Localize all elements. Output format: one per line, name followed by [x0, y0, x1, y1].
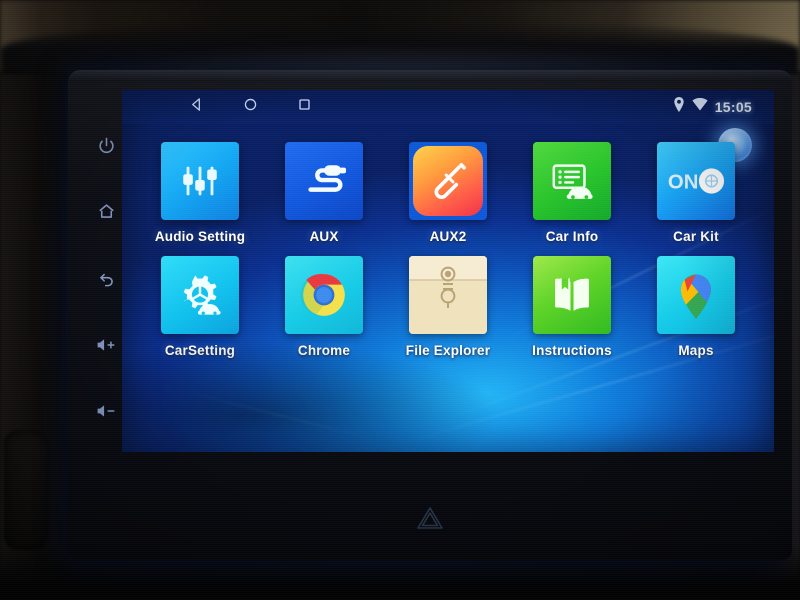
- app-label: Chrome: [297, 343, 351, 358]
- navigation-bar: [136, 97, 314, 117]
- app-label: AUX2: [429, 229, 467, 244]
- chrome-icon: [285, 256, 363, 334]
- car-info-list-icon: [533, 142, 611, 220]
- hazard-triangle-icon: [415, 505, 445, 536]
- folder-envelope-icon: [409, 256, 487, 334]
- app-label: Maps: [678, 343, 714, 358]
- app-car-kit[interactable]: ON Car Kit: [634, 142, 758, 244]
- app-label: Car Kit: [673, 229, 719, 244]
- dash-left-vent: [4, 430, 48, 550]
- volume-up-button[interactable]: [89, 328, 123, 362]
- wifi-icon: [692, 97, 708, 116]
- nav-back-button[interactable]: [186, 97, 206, 117]
- hazard-button[interactable]: [413, 505, 447, 535]
- status-bar: 15:05: [122, 90, 774, 124]
- volume-down-icon: [96, 402, 117, 420]
- home-button[interactable]: [89, 195, 123, 229]
- power-icon: [97, 136, 116, 155]
- open-book-icon: [533, 256, 611, 334]
- back-arrow-icon: [97, 269, 116, 288]
- app-label: Instructions: [532, 343, 612, 358]
- recents-square-icon: [297, 97, 312, 117]
- app-file-explorer[interactable]: File Explorer: [386, 256, 510, 358]
- aux2-tile: [409, 142, 487, 220]
- home-icon: [97, 202, 116, 221]
- volume-up-icon: [96, 336, 117, 354]
- app-label: CarSetting: [164, 343, 236, 358]
- toggle-on-icon: ON: [657, 142, 735, 220]
- audio-sliders-icon: [161, 142, 239, 220]
- app-label: AUX: [309, 229, 339, 244]
- app-car-info[interactable]: Car Info: [510, 142, 634, 244]
- app-grid: Audio Setting AUX AUX2 Car Info ON Car K…: [138, 142, 758, 358]
- nav-recents-button[interactable]: [294, 97, 314, 117]
- app-chrome[interactable]: Chrome: [262, 256, 386, 358]
- system-status-icons: 15:05: [673, 97, 760, 117]
- power-button[interactable]: [89, 128, 123, 162]
- head-unit-bezel: 15:05 Audio Setting AUX AUX2 Car Info ON…: [68, 70, 792, 560]
- app-label: Car Info: [545, 229, 599, 244]
- aux-cable-icon: [285, 142, 363, 220]
- volume-down-button[interactable]: [89, 394, 123, 428]
- app-label: Audio Setting: [154, 229, 246, 244]
- back-button[interactable]: [89, 261, 123, 295]
- svg-text:ON: ON: [668, 172, 698, 194]
- app-car-setting[interactable]: CarSetting: [138, 256, 262, 358]
- app-instructions[interactable]: Instructions: [510, 256, 634, 358]
- home-circle-icon: [243, 97, 258, 117]
- bezel-top-edge: [68, 70, 792, 82]
- app-aux[interactable]: AUX: [262, 142, 386, 244]
- status-clock: 15:05: [714, 99, 752, 115]
- app-aux2[interactable]: AUX2: [386, 142, 510, 244]
- aux2-plug-icon: [413, 146, 483, 216]
- dashboard-sheen: [80, 46, 740, 72]
- map-pin-icon: [657, 256, 735, 334]
- app-maps[interactable]: Maps: [634, 256, 758, 358]
- back-triangle-icon: [189, 97, 204, 117]
- touchscreen-display[interactable]: 15:05 Audio Setting AUX AUX2 Car Info ON…: [122, 90, 774, 452]
- app-audio-setting[interactable]: Audio Setting: [138, 142, 262, 244]
- gear-car-icon: [161, 256, 239, 334]
- app-label: File Explorer: [405, 343, 491, 358]
- location-pin-icon: [673, 97, 685, 117]
- photo-scene: 15:05 Audio Setting AUX AUX2 Car Info ON…: [0, 0, 800, 600]
- nav-home-button[interactable]: [240, 97, 260, 117]
